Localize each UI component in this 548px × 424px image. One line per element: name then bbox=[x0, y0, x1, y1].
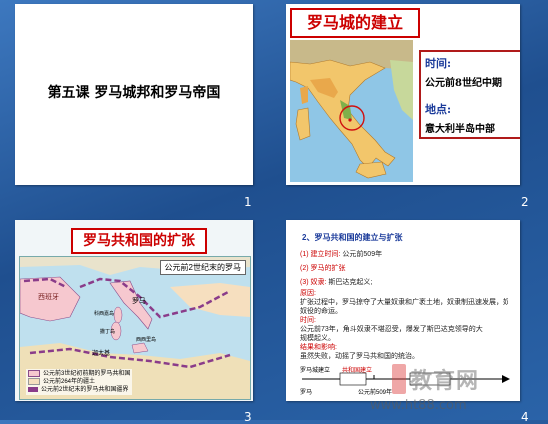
slide-number-4: 4 bbox=[521, 410, 529, 424]
legend-item-3: 公元前2世纪末的罗马共和国疆界 bbox=[41, 387, 129, 393]
legend-item-1: 公元前3世纪初前期的罗马共和国 bbox=[43, 370, 131, 377]
time-value: 公元前8世纪中期 bbox=[425, 78, 502, 89]
result-text: 虽然失败，动摇了罗马共和国的统治。 bbox=[300, 353, 419, 360]
map-label-spain: 西班牙 bbox=[38, 292, 59, 301]
cause-text-2: 奴役的命运。 bbox=[300, 308, 342, 315]
cause-text: 扩张过程中，罗马掠夺了大量奴隶和广袤土地，奴隶制迅速发展，奴隶遭奴隶主残酷 bbox=[300, 299, 508, 306]
map-label-sicily: 西西里岛 bbox=[136, 336, 156, 343]
slide-thumbnail-3[interactable]: 罗马共和国的扩张 西班牙 罗马 科西嘉岛 撒丁岛 迦太基 西西里岛 公元前2世纪… bbox=[15, 220, 253, 401]
rome-founding-info: 时间: 公元前8世纪中期 地点: 意大利半岛中部 bbox=[419, 50, 520, 139]
timeline-label-3: 罗马 bbox=[300, 390, 313, 396]
place-label: 地点: bbox=[425, 103, 452, 116]
slide-2-title: 罗马城的建立 bbox=[290, 8, 420, 38]
time-label-4: 时间: bbox=[300, 317, 316, 324]
map-title: 公元前2世纪末的罗马 bbox=[159, 260, 246, 275]
slide-number-2: 2 bbox=[521, 195, 529, 209]
time-text-2: 规模起义。 bbox=[300, 335, 335, 342]
map-label-corsica: 科西嘉岛 bbox=[94, 310, 114, 317]
slide-1-title: 第五课 罗马城邦和罗马帝国 bbox=[47, 85, 221, 101]
cause-label: 原因: bbox=[300, 290, 316, 297]
slide-thumbnail-2[interactable]: 罗马城的建立 时间: 公元前8世纪中期 地点: 意大利半岛中部 bbox=[286, 4, 520, 185]
slide-number-3: 3 bbox=[244, 410, 252, 424]
slide-thumbnail-1[interactable]: 第五课 罗马城邦和罗马帝国 bbox=[15, 4, 253, 185]
time-text: 公元前73年，角斗奴隶不堪忍受，爆发了斯巴达克领导的大 bbox=[300, 326, 483, 333]
italy-map bbox=[289, 40, 413, 182]
slide-3-title: 罗马共和国的扩张 bbox=[71, 228, 207, 254]
slide-number-1: 1 bbox=[244, 195, 252, 209]
legend-item-2: 公元前264年的疆土 bbox=[43, 379, 96, 385]
watermark-logo-icon bbox=[392, 364, 406, 394]
item1-label: (1) 建立时间: bbox=[300, 251, 341, 258]
timeline-label-4: 公元前509年 bbox=[358, 390, 393, 396]
item3-label: (3) 奴隶: bbox=[300, 279, 327, 286]
map-label-rome: 罗马 bbox=[132, 297, 146, 305]
watermark-text: 教育网 bbox=[410, 369, 480, 394]
timeline-label-2: 共和国建立 bbox=[342, 368, 373, 374]
watermark-url: www.ht88.com bbox=[370, 398, 467, 413]
map-legend: 公元前3世纪初前期的罗马共和国 公元前264年的疆土 公元前2世纪末的罗马共和国… bbox=[26, 368, 133, 395]
item3-value: 斯巴达克起义; bbox=[328, 279, 373, 286]
slide-4-heading: 2、罗马共和国的建立与扩张 bbox=[302, 233, 403, 242]
map-label-sardinia: 撒丁岛 bbox=[100, 328, 115, 335]
time-label: 时间: bbox=[425, 57, 452, 70]
item1-value: 公元前509年 bbox=[342, 251, 383, 258]
place-value: 意大利半岛中部 bbox=[425, 124, 495, 135]
item2: (2) 罗马的扩张 bbox=[300, 265, 346, 272]
timeline-label-1: 罗马城建立 bbox=[300, 368, 331, 374]
map-label-carthage: 迦太基 bbox=[92, 349, 110, 357]
result-label: 结果和影响: bbox=[300, 344, 337, 351]
roman-expansion-map: 西班牙 罗马 科西嘉岛 撒丁岛 迦太基 西西里岛 公元前2世纪末的罗马 公元前3… bbox=[19, 256, 251, 400]
